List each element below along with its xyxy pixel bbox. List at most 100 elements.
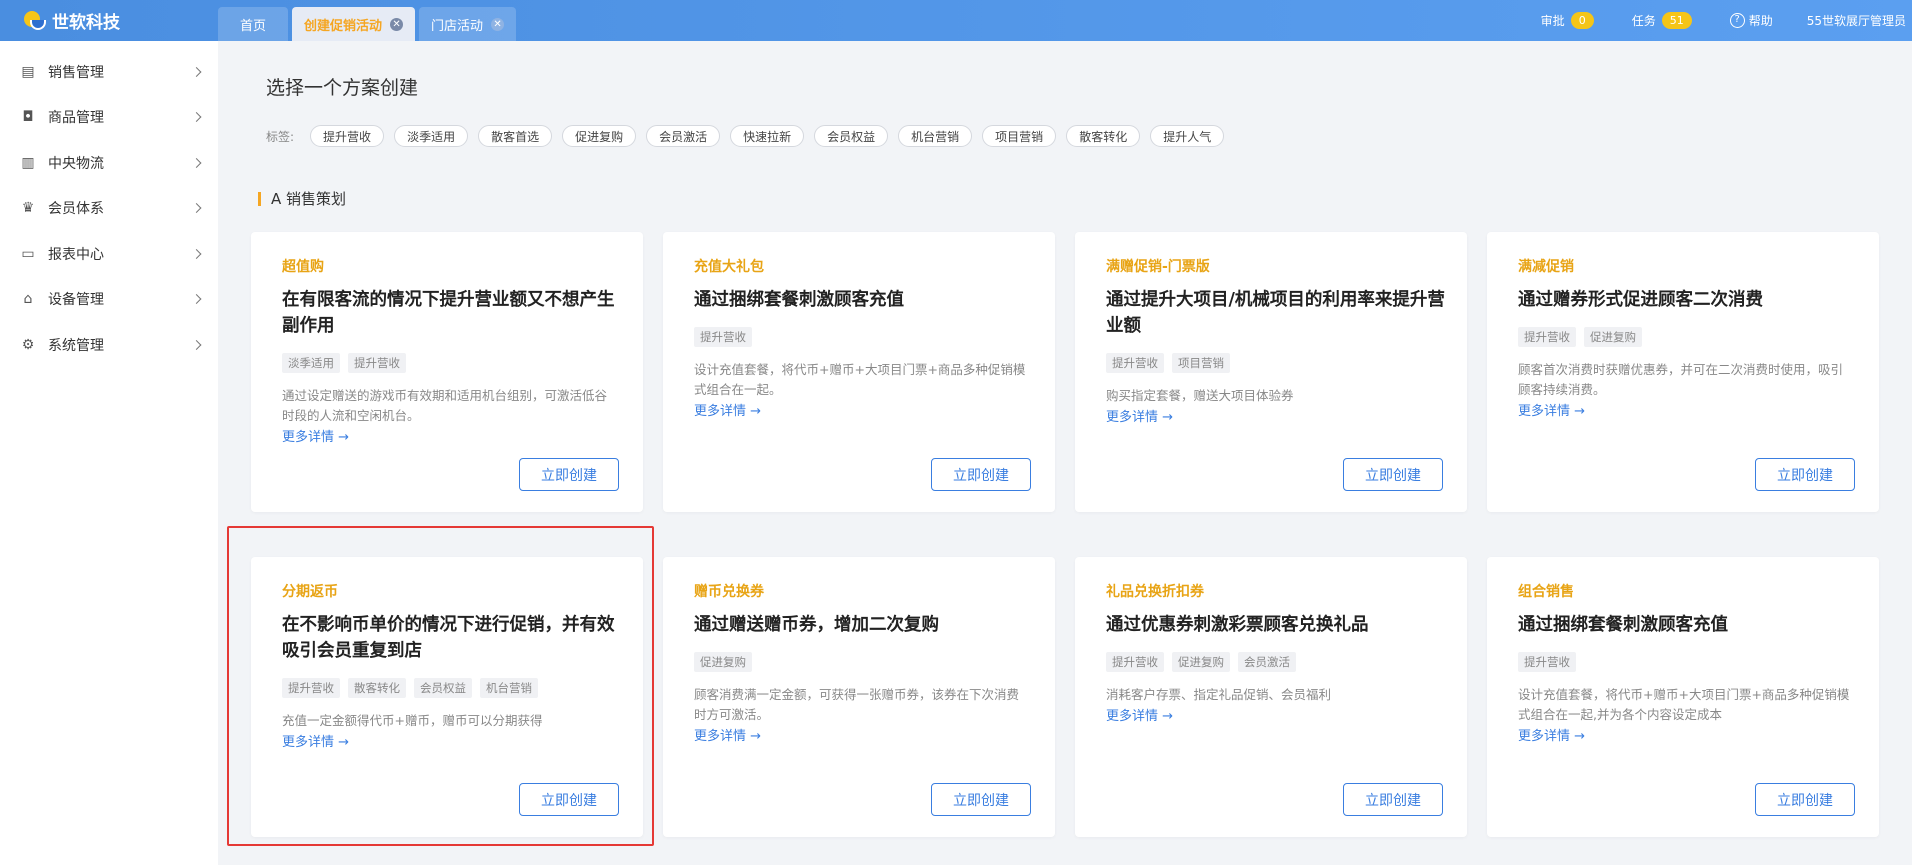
card-description: 购买指定套餐，赠送大项目体验券 — [1106, 388, 1294, 403]
more-details-link[interactable]: 更多详情 → — [1106, 705, 1173, 724]
card-tags: 促进复购 — [694, 652, 760, 672]
card-tag: 促进复购 — [1172, 652, 1230, 672]
sidebar-item-products[interactable]: ◘ 商品管理 — [0, 95, 218, 141]
task-link[interactable]: 任务 51 — [1632, 12, 1692, 29]
card-tag: 会员权益 — [414, 678, 472, 698]
create-now-button[interactable]: 立即创建 — [931, 458, 1031, 491]
card-category: 赠币兑换券 — [694, 584, 764, 600]
tab-home[interactable]: 首页 — [218, 7, 288, 41]
help-label: 帮助 — [1748, 14, 1773, 28]
card-description: 设计充值套餐，将代币+赠币+大项目门票+商品多种促销模式组合在一起,并为各个内容… — [1518, 687, 1850, 722]
card-description: 通过设定赠送的游戏币有效期和适用机台组别，可激活低谷时段的人流和空闲机台。 — [282, 388, 608, 423]
calendar-icon: ▤ — [21, 63, 35, 80]
create-now-button[interactable]: 立即创建 — [1343, 783, 1443, 816]
top-right-menu: 审批 0 任务 51 ? 帮助 55世软展厅管理员 — [1503, 0, 1906, 41]
top-bar: 世软科技 首页 创建促销活动 ✕ 门店活动 ✕ 审批 0 任务 51 ? 帮助 55世软展… — [0, 0, 1912, 41]
card-tag: 项目营销 — [1172, 353, 1230, 373]
tag-filter[interactable]: 机台营销 — [898, 125, 973, 147]
user-menu[interactable]: 55世软展厅管理员 — [1807, 12, 1906, 29]
main-content: 选择一个方案创建 标签: 提升营收 淡季适用 散客首选 促进复购 会员激活 快速… — [218, 41, 1912, 865]
card-description: 顾客消费满一定金额，可获得一张赠币券，该券在下次消费时方可激活。 — [694, 687, 1020, 722]
more-details-link[interactable]: 更多详情 → — [282, 426, 349, 445]
sidebar-item-label: 设备管理 — [48, 292, 104, 309]
sidebar-item-label: 商品管理 — [48, 110, 104, 127]
tag-filter[interactable]: 会员激活 — [646, 125, 721, 147]
card-title: 通过捆绑套餐刺激顾客充值 — [694, 290, 904, 310]
sidebar-item-label: 中央物流 — [48, 155, 104, 172]
card-title: 通过捆绑套餐刺激顾客充值 — [1518, 615, 1728, 635]
card-tag: 机台营销 — [480, 678, 538, 698]
approve-link[interactable]: 审批 0 — [1541, 12, 1594, 29]
section-title: A 销售策划 — [271, 190, 347, 208]
sidebar-item-reports[interactable]: ▭ 报表中心 — [0, 231, 218, 277]
tags-label: 标签: — [266, 129, 295, 144]
plan-card: 满赠促销-门票版 通过提升大项目/机械项目的利用率来提升营业额 提升营收 项目营… — [1075, 232, 1467, 512]
tag-filter[interactable]: 散客首选 — [478, 125, 553, 147]
card-title: 通过提升大项目/机械项目的利用率来提升营业额 — [1106, 290, 1445, 336]
sidebar-item-members[interactable]: ♛ 会员体系 — [0, 186, 218, 232]
more-details-link[interactable]: 更多详情 → — [282, 731, 349, 750]
card-tag: 提升营收 — [1106, 353, 1164, 373]
card-tag: 会员激活 — [1238, 652, 1296, 672]
card-tags: 淡季适用 提升营收 — [282, 353, 414, 373]
tag-filter[interactable]: 会员权益 — [814, 125, 889, 147]
card-description: 消耗客户存票、指定礼品促销、会员福利 — [1106, 687, 1332, 702]
card-tags: 提升营收 促进复购 — [1518, 327, 1650, 347]
sidebar-item-label: 销售管理 — [48, 64, 104, 81]
create-now-button[interactable]: 立即创建 — [1755, 783, 1855, 816]
help-icon: ? — [1729, 13, 1745, 28]
sidebar-item-sales[interactable]: ▤ 销售管理 — [0, 49, 218, 95]
card-category: 礼品兑换折扣券 — [1106, 584, 1204, 600]
app-logo[interactable]: 世软科技 — [22, 7, 120, 34]
tag-filter[interactable]: 散客转化 — [1066, 125, 1141, 147]
sidebar: ▤ 销售管理 ◘ 商品管理 ▥ 中央物流 ♛ 会员体系 ▭ 报表中心 ⌂ 设备管理 ⚙ 系统管… — [0, 41, 218, 865]
more-details-link[interactable]: 更多详情 → — [694, 725, 761, 744]
card-tag: 提升营收 — [348, 353, 406, 373]
sidebar-item-system[interactable]: ⚙ 系统管理 — [0, 322, 218, 368]
card-tag: 促进复购 — [694, 652, 752, 672]
tag-filter[interactable]: 促进复购 — [562, 125, 637, 147]
more-details-link[interactable]: 更多详情 → — [694, 400, 761, 419]
tab-label: 创建促销活动 — [304, 18, 383, 34]
tab-create-promotion[interactable]: 创建促销活动 ✕ — [292, 7, 416, 41]
card-category: 充值大礼包 — [694, 259, 764, 275]
plan-card: 组合销售 通过捆绑套餐刺激顾客充值 提升营收 设计充值套餐，将代币+赠币+大项目… — [1487, 557, 1879, 837]
user-name: 55世软展厅管理员 — [1806, 14, 1906, 28]
chevron-right-icon — [191, 339, 202, 350]
tag-filter[interactable]: 快速拉新 — [730, 125, 805, 147]
crown-icon: ♛ — [21, 200, 35, 217]
more-details-link[interactable]: 更多详情 → — [1518, 400, 1585, 419]
chevron-right-icon — [191, 66, 202, 77]
card-tag: 散客转化 — [348, 678, 406, 698]
page-title: 选择一个方案创建 — [266, 77, 419, 99]
create-now-button[interactable]: 立即创建 — [1343, 458, 1443, 491]
tag-filter[interactable]: 项目营销 — [982, 125, 1057, 147]
plan-card: 充值大礼包 通过捆绑套餐刺激顾客充值 提升营收 设计充值套餐，将代币+赠币+大项… — [663, 232, 1055, 512]
create-now-button[interactable]: 立即创建 — [519, 458, 619, 491]
more-details-link[interactable]: 更多详情 → — [1518, 725, 1585, 744]
close-icon[interactable]: ✕ — [491, 17, 505, 31]
sidebar-item-logistics[interactable]: ▥ 中央物流 — [0, 140, 218, 186]
card-description: 充值一定金额得代币+赠币，赠币可以分期获得 — [282, 713, 543, 728]
card-description: 设计充值套餐，将代币+赠币+大项目门票+商品多种促销模式组合在一起。 — [694, 362, 1026, 397]
help-link[interactable]: ? 帮助 — [1729, 12, 1773, 29]
tag-filter[interactable]: 淡季适用 — [394, 125, 469, 147]
device-icon: ⌂ — [23, 291, 33, 308]
sidebar-item-devices[interactable]: ⌂ 设备管理 — [0, 277, 218, 323]
plan-card: 满减促销 通过赠券形式促进顾客二次消费 提升营收 促进复购 顾客首次消费时获赠优… — [1487, 232, 1879, 512]
create-now-button[interactable]: 立即创建 — [519, 783, 619, 816]
more-details-link[interactable]: 更多详情 → — [1106, 406, 1173, 425]
card-title: 通过赠券形式促进顾客二次消费 — [1518, 290, 1763, 310]
tab-store-activity[interactable]: 门店活动 ✕ — [419, 7, 517, 41]
create-now-button[interactable]: 立即创建 — [931, 783, 1031, 816]
create-now-button[interactable]: 立即创建 — [1755, 458, 1855, 491]
sidebar-item-label: 会员体系 — [48, 201, 104, 218]
card-tag: 提升营收 — [694, 327, 752, 347]
close-icon[interactable]: ✕ — [390, 17, 404, 31]
plan-card: 分期返币 在不影响币单价的情况下进行促销，并有效吸引会员重复到店 提升营收 散客… — [251, 557, 643, 837]
card-tags: 提升营收 促进复购 会员激活 — [1106, 652, 1304, 672]
card-title: 通过赠送赠币券，增加二次复购 — [694, 615, 939, 635]
tag-filter[interactable]: 提升人气 — [1150, 125, 1225, 147]
card-tag: 提升营收 — [1106, 652, 1164, 672]
tag-filter[interactable]: 提升营收 — [310, 125, 385, 147]
